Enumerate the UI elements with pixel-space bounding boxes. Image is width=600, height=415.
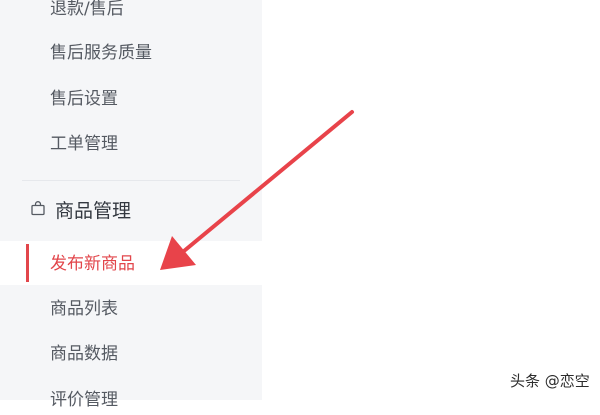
sidebar-item-product-list[interactable]: 商品列表 [50,294,118,324]
sidebar-item-work-orders[interactable]: 工单管理 [50,129,118,159]
watermark-text: 头条 @恋空 [510,372,590,390]
sidebar-group-label: 商品管理 [55,200,132,222]
sidebar-group-product-management[interactable]: 商品管理 [30,196,131,226]
sidebar-item-review-management[interactable]: 评价管理 [50,385,118,415]
sidebar-item-after-sale-settings[interactable]: 售后设置 [50,84,118,114]
sidebar-item-product-data[interactable]: 商品数据 [50,339,118,369]
sidebar-nav: 退款/售后 售后服务质量 售后设置 工单管理 商品管理 发布新商品 商品列表 商… [0,0,262,410]
shopping-bag-icon [30,195,46,225]
sidebar-item-refund-after-sale[interactable]: 退款/售后 [50,0,124,24]
sidebar-item-publish-new-product[interactable]: 发布新商品 [50,249,135,279]
sidebar-item-after-sale-quality[interactable]: 售后服务质量 [50,38,152,68]
active-item-indicator [26,244,29,282]
section-divider [22,180,240,181]
